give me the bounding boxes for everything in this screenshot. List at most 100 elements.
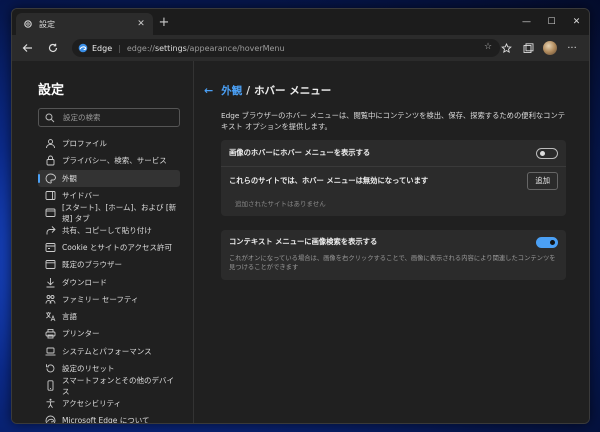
sidebar-item-cookie[interactable]: Cookie とサイトのアクセス許可	[12, 239, 180, 256]
star-add-icon[interactable]: ☆	[482, 42, 494, 54]
sidebar-item-download[interactable]: ダウンロード	[12, 273, 180, 290]
sidebar-item-share[interactable]: 共有、コピーして貼り付け	[12, 221, 180, 238]
toggle-knob	[550, 239, 555, 245]
reset-icon	[45, 363, 56, 374]
sidebar-item-phone[interactable]: スマートフォンとその他のデバイス	[12, 376, 180, 396]
refresh-icon	[48, 43, 58, 53]
visual-search-row: コンテキスト メニューに画像検索を表示する	[221, 230, 566, 254]
sidebar-item-label: ダウンロード	[62, 277, 107, 287]
sidebar-item-label: プロファイル	[62, 139, 107, 149]
sidebar-item-label: 外観	[62, 173, 77, 183]
settings-sidebar: 設定 設定の検索 プロファイルプライバシー、検索、サービス 外観サイドバー [スター…	[12, 61, 194, 423]
sidebar-item-laptop[interactable]: システムとパフォーマンス	[12, 343, 180, 360]
sidebar-item-palette[interactable]: 外観	[38, 169, 180, 187]
edge-logo-icon	[78, 43, 88, 53]
window-controls: — ☐ ✕	[514, 9, 589, 35]
hover-menu-card: 画像のホバーにホバー メニューを表示する これらのサイトでは、ホバー メニューは…	[221, 140, 566, 216]
back-arrow-icon	[22, 44, 32, 52]
search-icon	[45, 113, 55, 123]
back-button[interactable]	[18, 39, 36, 57]
sidebar-item-label: プライバシー、検索、サービス	[62, 156, 167, 166]
empty-sites-text: 追加されたサイトはありません	[235, 200, 326, 208]
download-icon	[45, 277, 56, 288]
browser-icon	[45, 259, 56, 270]
printer-icon	[45, 328, 56, 339]
sidebar-item-label: サイドバー	[62, 191, 100, 201]
sidebar-item-printer[interactable]: プリンター	[12, 325, 180, 342]
visual-search-description: これがオンになっている場合は、画像を右クリックすることで、画像に表示される内容に…	[229, 255, 556, 271]
sidebar-item-label: 設定のリセット	[62, 364, 115, 373]
visual-search-label: コンテキスト メニューに画像検索を表示する	[229, 237, 378, 246]
tab-title: 設定	[39, 19, 55, 29]
toolbar-right: ···	[495, 39, 583, 57]
edge-icon	[45, 415, 56, 423]
more-menu-icon[interactable]: ···	[561, 39, 583, 57]
visual-search-card: コンテキスト メニューに画像検索を表示する これがオンになっている場合は、画像を…	[221, 230, 566, 280]
sidebar-list: プロファイルプライバシー、検索、サービス 外観サイドバー [スタート]、[ホーム]、…	[12, 135, 193, 424]
language-icon	[45, 311, 56, 322]
sidebar-item-lock[interactable]: プライバシー、検索、サービス	[12, 152, 180, 169]
show-hover-menu-toggle[interactable]	[536, 147, 558, 159]
family-icon	[45, 294, 56, 305]
sidebar-item-family[interactable]: ファミリー セーフティ	[12, 291, 180, 308]
breadcrumb-parent[interactable]: 外観	[221, 83, 242, 98]
minimize-button[interactable]: —	[514, 9, 539, 35]
page-description: Edge ブラウザーのホバー メニューは、閲覧中にコンテンツを検出、保存、探索す…	[221, 111, 566, 131]
refresh-button[interactable]	[44, 39, 62, 57]
sidebar-item-label: アクセシビリティ	[62, 398, 122, 408]
new-tab-button[interactable]: +	[156, 15, 172, 31]
phone-icon	[45, 380, 56, 391]
gear-icon	[22, 19, 33, 30]
toolbar: Edge | edge://settings/appearance/hoverM…	[12, 35, 589, 61]
sidebar-item-accessibility[interactable]: アクセシビリティ	[12, 394, 180, 411]
sidebar-item-label: Cookie とサイトのアクセス許可	[62, 242, 172, 252]
address-separator: |	[118, 43, 121, 53]
sidebar-item-language[interactable]: 言語	[12, 308, 180, 325]
page-title: ホバー メニュー	[254, 85, 332, 97]
sidebar-item-edge[interactable]: Microsoft Edge について	[12, 412, 180, 424]
breadcrumb-separator: /	[246, 84, 251, 97]
profile-icon	[45, 138, 56, 149]
back-arrow-button[interactable]: ←	[204, 84, 213, 97]
sidebar-icon	[45, 190, 56, 201]
sidebar-item-profile[interactable]: プロファイル	[12, 135, 180, 152]
sidebar-item-label: 言語	[62, 312, 77, 322]
sidebar-item-label: ファミリー セーフティ	[62, 294, 139, 304]
search-input[interactable]: 設定の検索	[38, 108, 180, 127]
search-placeholder: 設定の検索	[63, 113, 101, 122]
sidebar-title: 設定	[38, 83, 65, 98]
sidebar-item-label: 共有、コピーして貼り付け	[62, 225, 152, 235]
favorites-icon[interactable]	[495, 39, 517, 57]
palette-icon	[45, 173, 56, 184]
collections-icon[interactable]	[517, 39, 539, 57]
browser-window: 設定 ✕ + — ☐ ✕ Edge | edge://settings/appe…	[11, 8, 590, 424]
show-hover-menu-row: 画像のホバーにホバー メニューを表示する	[221, 140, 566, 166]
toggle-knob	[540, 150, 545, 156]
visual-search-toggle[interactable]	[536, 236, 558, 248]
close-window-button[interactable]: ✕	[564, 9, 589, 35]
address-brand: Edge	[92, 43, 113, 53]
settings-content: 設定 設定の検索 プロファイル プライバシー、検索、サービス 外観 サイドバー [スター…	[12, 61, 589, 423]
breadcrumb: ← 外観 / ホバー メニュー	[204, 83, 589, 98]
lock-icon	[45, 155, 56, 166]
show-hover-menu-label: 画像のホバーにホバー メニューを表示する	[229, 148, 371, 157]
sidebar-item-browser[interactable]: 既定のブラウザー	[12, 256, 180, 273]
avatar	[543, 41, 557, 55]
sidebar-item-label: プリンター	[62, 329, 100, 339]
tab-close-icon[interactable]: ✕	[135, 19, 147, 29]
address-url: edge://settings/appearance/hoverMenu	[126, 43, 285, 53]
add-site-button[interactable]: 追加	[527, 171, 558, 190]
tab-bar: 設定 ✕ + — ☐ ✕	[12, 9, 589, 35]
sidebar-item-tabs[interactable]: [スタート]、[ホーム]、および [新規] タブ	[12, 203, 180, 223]
tabs-icon	[45, 207, 56, 218]
sidebar-item-label: Microsoft Edge について	[62, 415, 150, 424]
main-panel: ← 外観 / ホバー メニュー Edge ブラウザーのホバー メニューは、閲覧中…	[194, 61, 589, 423]
accessibility-icon	[45, 398, 56, 409]
tab-settings[interactable]: 設定 ✕	[16, 13, 153, 35]
maximize-button[interactable]: ☐	[539, 9, 564, 35]
sidebar-item-label: システムとパフォーマンス	[62, 346, 152, 356]
disabled-sites-row: これらのサイトでは、ホバー メニューは無効になっています 追加	[221, 166, 566, 194]
address-bar[interactable]: Edge | edge://settings/appearance/hoverM…	[72, 39, 500, 57]
disabled-sites-label: これらのサイトでは、ホバー メニューは無効になっています	[229, 175, 429, 185]
profile-avatar[interactable]	[539, 39, 561, 57]
